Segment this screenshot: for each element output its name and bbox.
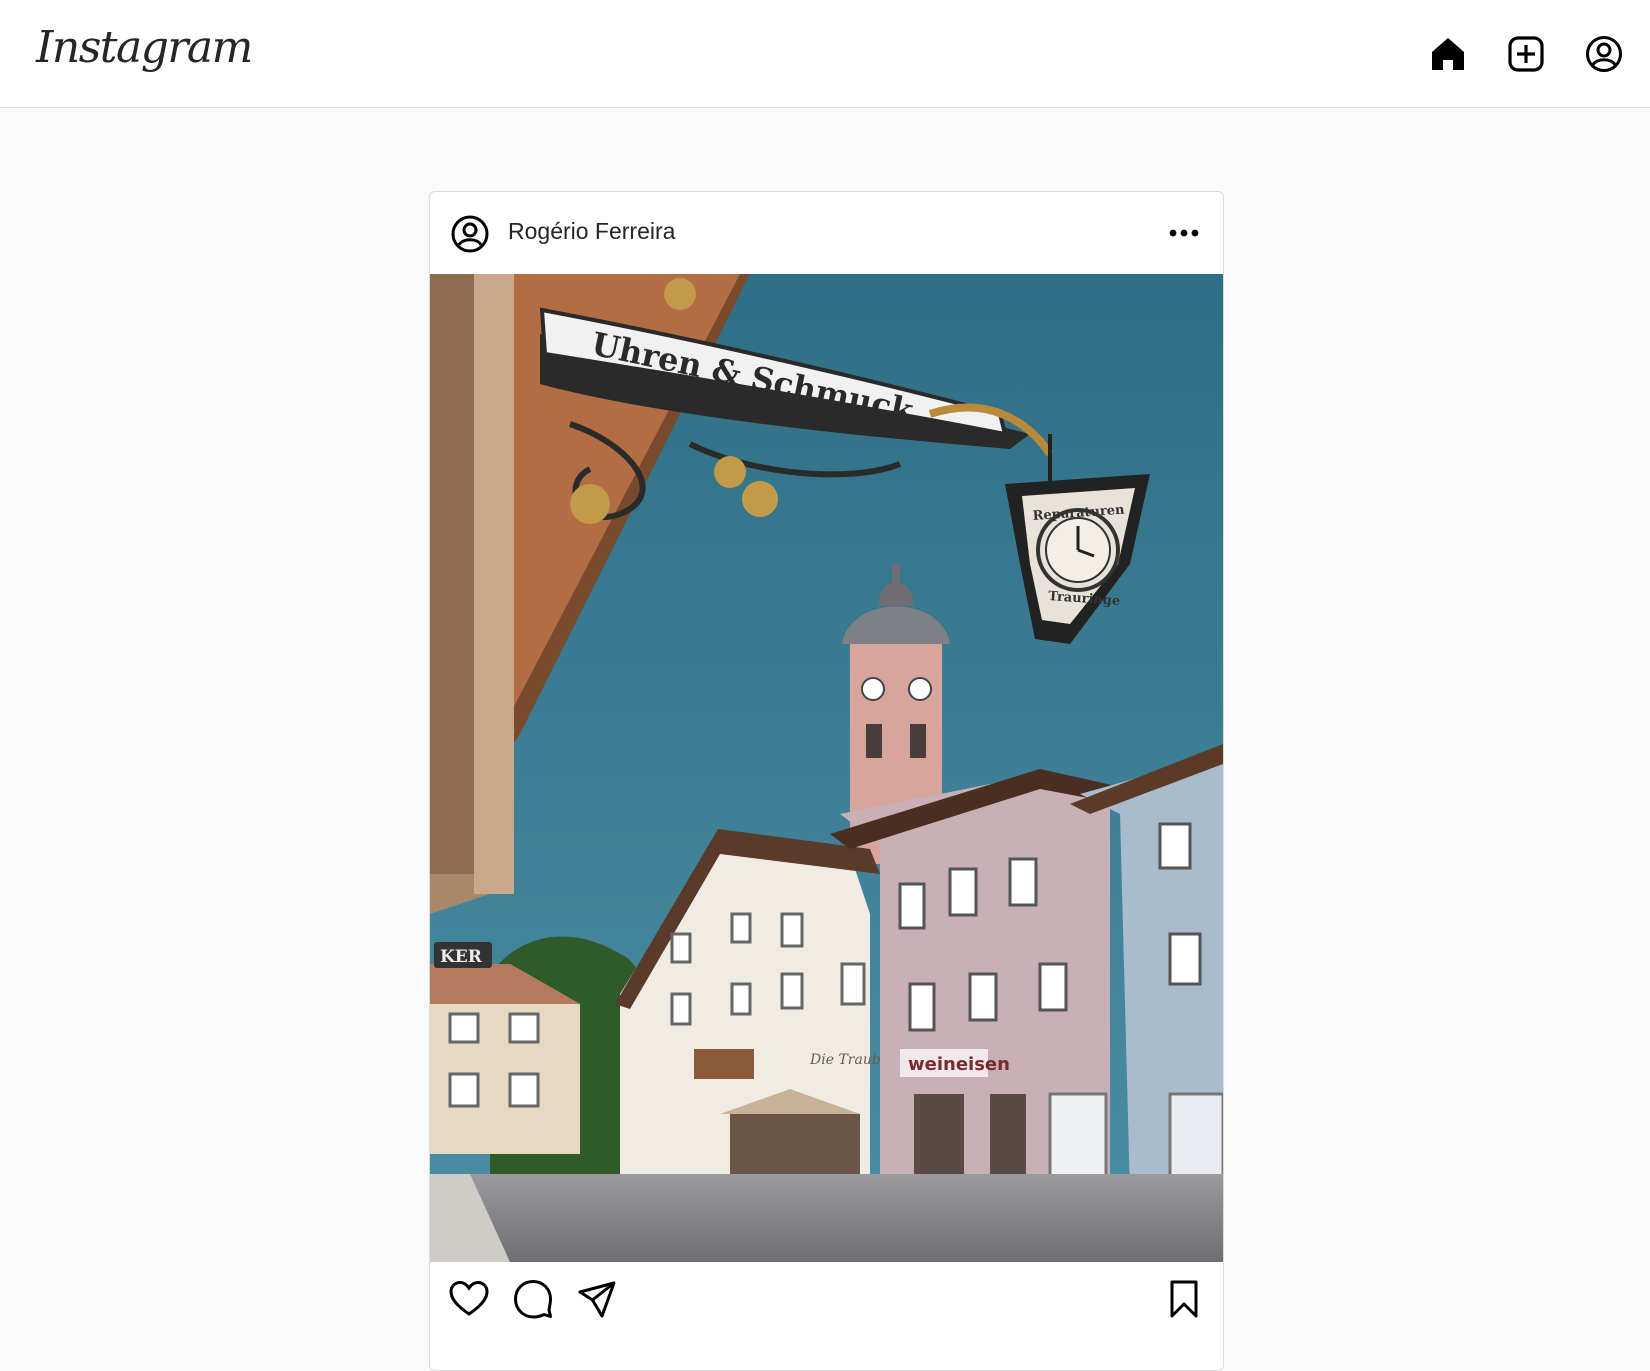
post-actions-bar [430,1262,1223,1370]
top-navigation-bar: Instagram [0,0,1650,108]
post-card: Rogério Ferreira KER Die Traube weineise… [429,191,1224,1371]
more-options-icon[interactable] [1167,218,1201,248]
home-icon[interactable] [1428,34,1468,74]
user-circle-icon[interactable] [450,214,490,254]
profile-icon[interactable] [1584,34,1624,74]
post-photo[interactable]: KER Die Traube weineisen Uhren & Schmuck… [430,274,1223,1262]
shop-sign-weineisen: weineisen [908,1054,1010,1075]
post-header: Rogério Ferreira [430,192,1223,274]
share-icon[interactable] [576,1278,618,1320]
instagram-logo[interactable]: Instagram [36,22,253,73]
cafe-sign: Die Traube [809,1052,889,1068]
save-icon[interactable] [1163,1278,1205,1320]
comment-icon[interactable] [512,1278,554,1320]
new-post-icon[interactable] [1506,34,1546,74]
post-username[interactable]: Rogério Ferreira [508,218,675,245]
left-shop-sign: KER [440,947,483,967]
like-icon[interactable] [448,1278,490,1320]
